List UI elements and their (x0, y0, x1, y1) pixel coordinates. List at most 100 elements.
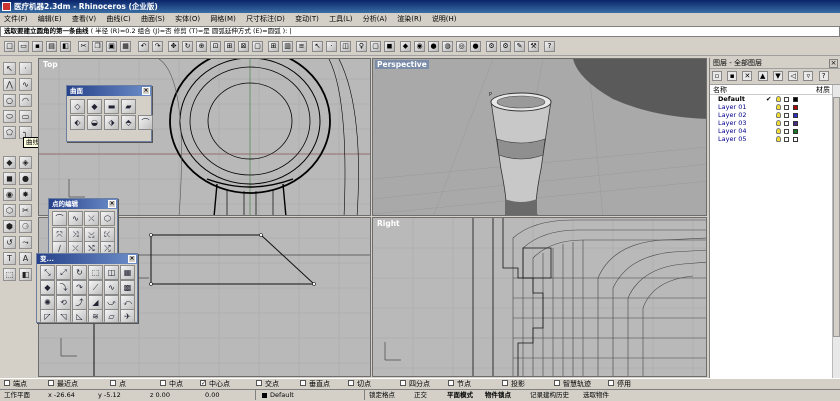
unlock-icon[interactable] (784, 97, 789, 102)
unlock-icon[interactable] (784, 105, 789, 110)
light-bulb-icon[interactable] (776, 120, 781, 126)
layer-row[interactable]: Default ✔ (710, 95, 840, 103)
filter-icon[interactable]: ▿ (803, 71, 814, 81)
layer-row[interactable]: Layer 01 (710, 103, 840, 111)
undo-icon[interactable]: ↶ (138, 41, 149, 52)
analyze-icon[interactable]: ⬚ (3, 268, 16, 281)
checkbox-icon[interactable] (256, 380, 262, 386)
print-icon[interactable]: ▤ (46, 41, 57, 52)
menu-mesh[interactable]: 网格(M) (206, 13, 240, 25)
copy-transform-icon[interactable]: ⤢ (56, 265, 71, 280)
group-icon[interactable]: ⚆ (19, 220, 32, 233)
curve-icon[interactable]: ∿ (19, 78, 32, 91)
array-transform-icon[interactable]: ▦ (120, 265, 135, 280)
zoom-window-icon[interactable]: ⊡ (210, 41, 221, 52)
open-file-icon[interactable]: ▭ (18, 41, 29, 52)
redo-icon[interactable]: ↷ (152, 41, 163, 52)
osnap-option[interactable]: 端点 (4, 379, 27, 389)
new-sublayer-icon[interactable]: ▪ (727, 71, 738, 81)
surface-revolve-icon[interactable]: ◒ (87, 115, 102, 130)
move-down-icon[interactable]: ▼ (772, 71, 783, 81)
trim-icon[interactable]: ✂ (19, 204, 32, 217)
remove-knot-icon[interactable]: ⤨ (68, 227, 83, 242)
checkbox-icon[interactable] (554, 380, 560, 386)
close-icon[interactable]: × (128, 255, 136, 263)
floating-panel-surface-title[interactable]: 曲面 × (67, 86, 151, 96)
checkbox-icon[interactable] (300, 380, 306, 386)
checkbox-icon[interactable]: ✓ (200, 380, 206, 387)
zoom-all-icon[interactable]: ▢ (252, 41, 263, 52)
surface-loft-icon[interactable]: ⬖ (70, 115, 85, 130)
unlock-icon[interactable] (784, 129, 789, 134)
close-icon[interactable]: × (142, 87, 150, 95)
tools-icon[interactable]: ⚒ (528, 41, 539, 52)
rectangle-icon[interactable]: ▭ (19, 110, 32, 123)
shaded-sphere-icon[interactable]: ◍ (442, 41, 453, 52)
layer-name[interactable]: Layer 05 (718, 135, 746, 143)
mirror-transform-icon[interactable]: ◫ (104, 265, 119, 280)
project-icon[interactable]: ⟲ (56, 295, 71, 310)
point-tool-icon[interactable]: · (19, 62, 32, 75)
osnap-option[interactable]: 交点 (256, 379, 279, 389)
zoom-icon[interactable]: ⊕ (196, 41, 207, 52)
layer-name[interactable]: Layer 03 (718, 119, 746, 127)
surface-sweep2-icon[interactable]: ⬘ (121, 115, 136, 130)
surface-rect-icon[interactable]: ▬ (104, 99, 119, 114)
command-line[interactable]: 选取要建立圆角的第一条曲线 ( 半径 (R)=0.2 组合 (J)=否 修剪 (… (0, 26, 840, 37)
explode-icon[interactable]: ✸ (19, 188, 32, 201)
stretch-icon[interactable]: ◹ (56, 309, 71, 323)
taper-icon[interactable]: ⟋ (88, 280, 103, 295)
flow-icon[interactable]: ∿ (104, 280, 119, 295)
menu-curve[interactable]: 曲线(C) (102, 13, 134, 25)
osnap-option[interactable]: 节点 (448, 379, 471, 389)
move-icon[interactable]: ↺ (3, 236, 16, 249)
checkbox-icon[interactable] (4, 380, 10, 386)
layers-scrollbar-thumb[interactable] (833, 97, 840, 337)
menu-help[interactable]: 说明(H) (428, 13, 461, 25)
edit-points-icon[interactable]: ∿ (68, 211, 83, 226)
checkbox-icon[interactable] (48, 380, 54, 386)
light-bulb-icon[interactable] (776, 136, 781, 142)
status-ortho-button[interactable]: 正交 (414, 390, 427, 401)
circle-icon[interactable]: ○ (3, 94, 16, 107)
script-icon[interactable]: ✎ (514, 41, 525, 52)
light-bulb-icon[interactable] (776, 128, 781, 134)
smash-icon[interactable]: ◢ (88, 295, 103, 310)
arc-icon[interactable]: ◠ (19, 94, 32, 107)
extrude-icon[interactable]: ◈ (19, 156, 32, 169)
boolean-icon[interactable]: ◉ (3, 188, 16, 201)
new-file-icon[interactable]: □ (4, 41, 15, 52)
move-up-icon[interactable]: ▲ (757, 71, 768, 81)
point-icon[interactable]: · (326, 41, 337, 52)
unlock-icon[interactable] (784, 137, 789, 142)
layer-color-swatch[interactable] (793, 105, 798, 110)
layer-color-swatch[interactable] (793, 137, 798, 142)
sporph-icon[interactable]: ✈ (120, 309, 135, 323)
viewport-layout-icon[interactable]: ▥ (282, 41, 293, 52)
layers-col-material[interactable]: 材质 (816, 85, 830, 95)
split-icon[interactable]: ⬢ (3, 220, 16, 233)
layer-name[interactable]: Layer 02 (718, 111, 746, 119)
insert-knot-icon[interactable]: ⤧ (52, 227, 67, 242)
dimension-icon[interactable]: T (3, 252, 16, 265)
viewport-right[interactable]: Right (372, 217, 707, 377)
checkbox-icon[interactable] (160, 380, 166, 386)
osnap-option[interactable]: 投影 (502, 379, 525, 389)
polygon-icon[interactable]: ⬠ (3, 126, 16, 139)
copy-tool-icon[interactable]: ⤳ (19, 236, 32, 249)
handlebar-icon[interactable]: ⤫ (84, 211, 99, 226)
menu-render[interactable]: 渲染(R) (393, 13, 425, 25)
scale-transform-icon[interactable]: ⬚ (88, 265, 103, 280)
osnap-option[interactable]: 智慧轨迹 (554, 379, 591, 389)
set-points-icon[interactable]: ⤻ (104, 295, 119, 310)
layer-color-swatch[interactable] (793, 113, 798, 118)
layer-color-icon[interactable]: ◼ (384, 41, 395, 52)
status-osnap-button[interactable]: 物件锁点 (485, 390, 511, 401)
osnap-option[interactable]: ✓ 中心点 (200, 379, 230, 389)
checkbox-icon[interactable] (502, 380, 508, 386)
paste-icon[interactable]: ▣ (106, 41, 117, 52)
viewport-perspective-label[interactable]: Perspective (375, 60, 429, 69)
plugin-icon[interactable]: ⚙ (500, 41, 511, 52)
checkbox-icon[interactable] (400, 380, 406, 386)
close-icon[interactable]: × (108, 200, 116, 208)
